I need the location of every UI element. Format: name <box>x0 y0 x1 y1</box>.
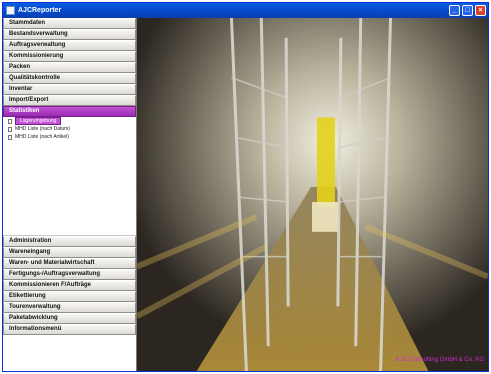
nav-kommissionierung[interactable]: Kommissionierung <box>3 51 136 62</box>
nav-qualitaetskontrolle[interactable]: Qualitätskontrolle <box>3 73 136 84</box>
app-icon <box>6 6 15 15</box>
nav-etikettierung[interactable]: Etikettierung <box>3 291 136 302</box>
nav-import-export[interactable]: Import/Export <box>3 95 136 106</box>
nav-kommissionieren-auftraege[interactable]: Kommissionieren F/Aufträge <box>3 280 136 291</box>
nav-bestandsverwaltung[interactable]: Bestandsverwaltung <box>3 29 136 40</box>
document-icon <box>8 118 12 124</box>
nav-tourenverwaltung[interactable]: Tourenverwaltung <box>3 302 136 313</box>
app-window: AJCReporter _ □ × Stammdaten Bestandsver… <box>2 2 489 372</box>
nav-auftragsverwaltung[interactable]: Auftragsverwaltung <box>3 40 136 51</box>
close-button[interactable]: × <box>475 5 486 16</box>
nav-stammdaten[interactable]: Stammdaten <box>3 18 136 29</box>
tree-item-mhd-artikel[interactable]: MHD Liste (nach Artikel) <box>3 133 136 141</box>
warehouse-image <box>137 18 488 371</box>
nav-packen[interactable]: Packen <box>3 62 136 73</box>
minimize-button[interactable]: _ <box>449 5 460 16</box>
nav-fertigung[interactable]: Fertigungs-/Auftragsverwaltung <box>3 269 136 280</box>
tree-item-label: MHD Liste (nach Artikel) <box>15 134 69 140</box>
nav-statistiken[interactable]: Statistiken <box>3 106 136 117</box>
nav-wareneingang[interactable]: Wareneingang <box>3 247 136 258</box>
tree-item-lagerumgebung[interactable]: Lagerumgebung <box>3 117 136 125</box>
nav-administration[interactable]: Administration <box>3 236 136 247</box>
tree-item-label: Lagerumgebung <box>15 117 62 125</box>
nav-warenwirtschaft[interactable]: Waren- und Materialwirtschaft <box>3 258 136 269</box>
nav-informationsmenue[interactable]: Informationsmenü <box>3 324 136 335</box>
window-title: AJCReporter <box>18 7 62 14</box>
company-watermark: A.JC Consulting GmbH & Co. KG <box>394 357 484 363</box>
nav-paketabwicklung[interactable]: Paketabwicklung <box>3 313 136 324</box>
statistics-tree: Lagerumgebung MHD Liste (nach Datum) MHD… <box>3 117 136 236</box>
title-bar[interactable]: AJCReporter _ □ × <box>3 3 488 18</box>
maximize-button[interactable]: □ <box>462 5 473 16</box>
tree-item-label: MHD Liste (nach Datum) <box>15 126 71 132</box>
document-icon <box>8 134 12 140</box>
warehouse-image-panel: A.JC Consulting GmbH & Co. KG <box>137 18 488 371</box>
sidebar: Stammdaten Bestandsverwaltung Auftragsve… <box>3 18 137 371</box>
nav-inventar[interactable]: Inventar <box>3 84 136 95</box>
tree-item-mhd-datum[interactable]: MHD Liste (nach Datum) <box>3 125 136 133</box>
document-icon <box>8 126 12 132</box>
